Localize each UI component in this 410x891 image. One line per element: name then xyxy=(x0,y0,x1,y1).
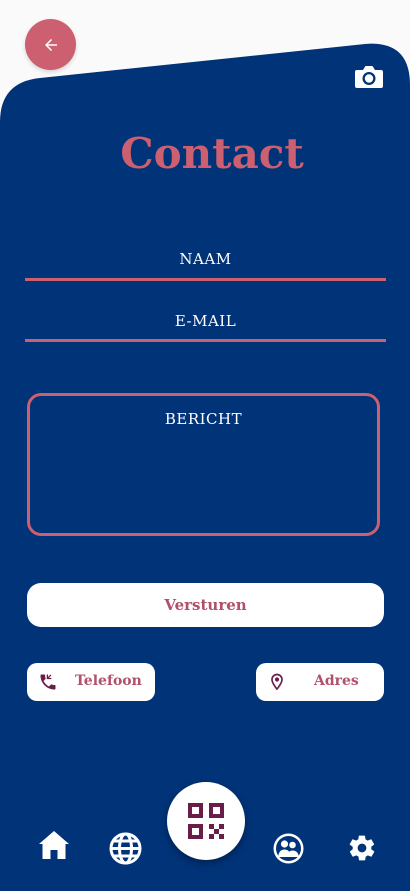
email-field-label[interactable]: E-MAIL xyxy=(25,312,386,330)
phone-button[interactable]: Telefoon xyxy=(27,663,155,701)
arrow-left-icon xyxy=(44,38,57,51)
gear-icon[interactable] xyxy=(347,833,377,863)
name-field-label[interactable]: NAAM xyxy=(25,250,386,268)
users-icon[interactable] xyxy=(272,832,305,865)
send-button-label: Versturen xyxy=(164,596,247,614)
camera-icon[interactable] xyxy=(354,64,384,90)
page-title: Contact xyxy=(120,129,304,178)
send-button[interactable]: Versturen xyxy=(27,583,384,627)
email-field[interactable] xyxy=(25,339,386,342)
name-field[interactable] xyxy=(25,278,386,281)
message-field[interactable]: BERICHT xyxy=(27,393,380,536)
phone-icon xyxy=(40,674,56,690)
globe-icon[interactable] xyxy=(109,832,142,865)
message-field-label: BERICHT xyxy=(164,410,243,428)
back-button[interactable] xyxy=(25,19,76,70)
address-button[interactable]: Adres xyxy=(256,663,384,701)
qr-code-icon xyxy=(188,803,224,839)
home-icon[interactable] xyxy=(38,830,70,860)
address-button-label: Adres xyxy=(314,673,359,689)
phone-button-label: Telefoon xyxy=(75,673,142,689)
location-pin-icon xyxy=(271,673,283,691)
qr-scan-button[interactable] xyxy=(167,782,245,860)
